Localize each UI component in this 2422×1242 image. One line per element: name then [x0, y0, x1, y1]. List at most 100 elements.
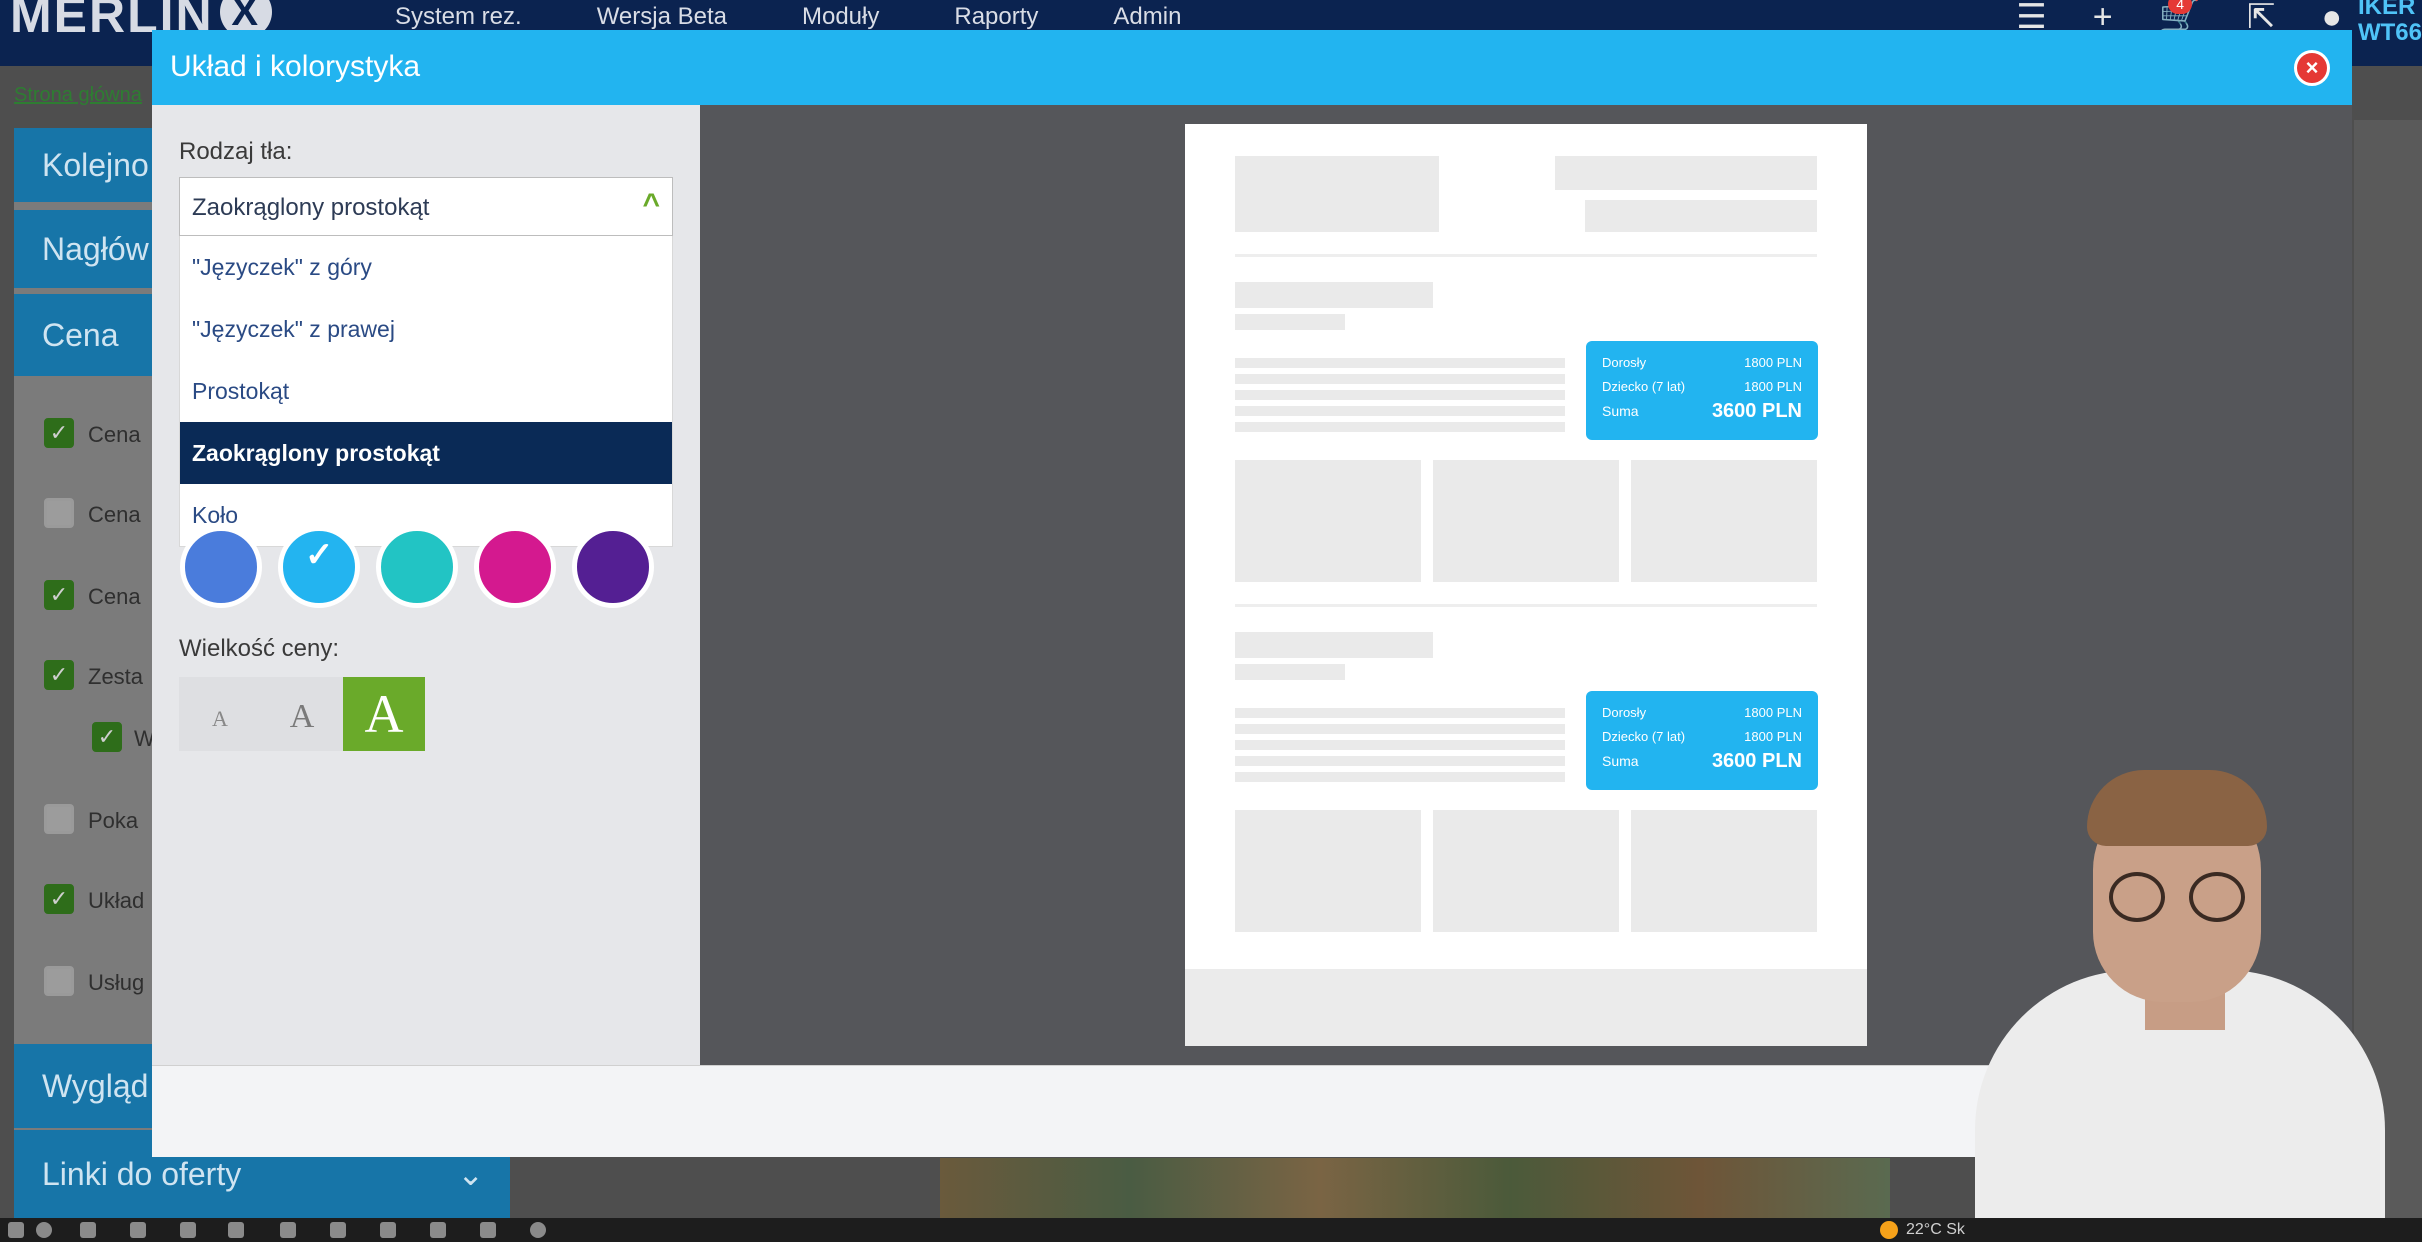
- app-icon[interactable]: [330, 1222, 346, 1238]
- weather-text: 22°C Sk: [1906, 1221, 1965, 1238]
- external-link-icon[interactable]: ⇱: [2247, 0, 2276, 34]
- weather-widget[interactable]: 22°C Sk: [1880, 1218, 1965, 1242]
- placeholder-header-line: [1585, 200, 1817, 232]
- price-label: Dziecko (7 lat): [1602, 379, 1686, 394]
- checkbox-uklad[interactable]: ✓: [44, 884, 74, 914]
- chrome-icon[interactable]: [228, 1222, 244, 1238]
- modal-header: Układ i kolorystyka ×: [152, 30, 2352, 105]
- checkbox-sub-w[interactable]: ✓: [92, 722, 122, 752]
- placeholder-text-line: [1235, 756, 1565, 766]
- divider: [1235, 604, 1817, 607]
- menu-item-admin[interactable]: Admin: [1113, 0, 1181, 34]
- background-type-select[interactable]: Zaokrąglony prostokąt ^: [179, 177, 673, 236]
- price-value: 1800 PLN: [1744, 729, 1802, 744]
- menu-item-system-rez[interactable]: System rez.: [395, 0, 522, 34]
- price-box: Dorosły 1800 PLN Dziecko (7 lat) 1800 PL…: [1586, 341, 1818, 440]
- price-value: 1800 PLN: [1744, 355, 1802, 370]
- start-icon[interactable]: [8, 1222, 24, 1238]
- user-code: WT66: [2357, 19, 2422, 46]
- checkbox-cena-2[interactable]: [44, 498, 74, 528]
- app-icon[interactable]: [480, 1222, 496, 1238]
- price-sum-row: Suma 3600 PLN: [1602, 399, 1802, 423]
- background-hotel-photos: [940, 1158, 1890, 1218]
- app-icon[interactable]: [280, 1222, 296, 1238]
- breadcrumb[interactable]: Strona główna: [14, 84, 142, 107]
- price-box: Dorosły 1800 PLN Dziecko (7 lat) 1800 PL…: [1586, 691, 1818, 790]
- option-tab-right[interactable]: "Języczek" z prawej: [180, 298, 672, 360]
- placeholder-text-line: [1235, 708, 1565, 718]
- checkbox-label: Cena: [88, 584, 141, 609]
- plus-icon[interactable]: +: [2093, 0, 2113, 34]
- menu-item-moduly[interactable]: Moduły: [802, 0, 879, 34]
- sun-icon: [1880, 1220, 1898, 1239]
- size-large-button[interactable]: A: [343, 677, 425, 751]
- size-small-button[interactable]: A: [179, 677, 261, 751]
- size-medium-button[interactable]: A: [261, 677, 343, 751]
- menu-item-wersja-beta[interactable]: Wersja Beta: [597, 0, 727, 34]
- glasses-icon: [2189, 872, 2245, 922]
- price-row: Dorosły 1800 PLN: [1602, 701, 1802, 725]
- placeholder-image: [1631, 460, 1817, 582]
- checkbox-cena-1[interactable]: ✓: [44, 418, 74, 448]
- app-icon[interactable]: [430, 1222, 446, 1238]
- placeholder-title: [1235, 282, 1433, 308]
- placeholder-image: [1433, 460, 1619, 582]
- modal-title: Układ i kolorystyka: [170, 50, 421, 83]
- price-row: Dziecko (7 lat) 1800 PLN: [1602, 375, 1802, 399]
- price-label: Dorosły: [1602, 705, 1647, 720]
- task-view-icon[interactable]: [80, 1222, 96, 1238]
- avatar[interactable]: ●: [2321, 0, 2342, 34]
- select-value: Zaokrąglony prostokąt: [192, 194, 430, 221]
- checkbox-label: Usług: [88, 970, 145, 995]
- option-rectangle[interactable]: Prostokąt: [180, 360, 672, 422]
- option-rounded-rectangle[interactable]: Zaokrąglony prostokąt: [180, 422, 672, 484]
- color-swatch-purple[interactable]: [572, 526, 654, 608]
- user-info[interactable]: IKER WT66: [2358, 0, 2422, 46]
- document-footer: [1185, 969, 1867, 1046]
- checkbox-cena-3[interactable]: ✓: [44, 580, 74, 610]
- placeholder-image: [1631, 810, 1817, 932]
- price-value: 1800 PLN: [1744, 705, 1802, 720]
- placeholder-text-line: [1235, 358, 1565, 368]
- app-icon[interactable]: [380, 1222, 396, 1238]
- placeholder-subtitle: [1235, 664, 1345, 680]
- option-tab-top[interactable]: "Języczek" z góry: [180, 236, 672, 298]
- close-icon[interactable]: ×: [2294, 50, 2330, 86]
- placeholder-header-line: [1555, 156, 1817, 190]
- color-swatch-sky-selected[interactable]: [278, 526, 360, 608]
- checkbox-label: Układ: [88, 888, 145, 913]
- price-value: 1800 PLN: [1744, 379, 1802, 394]
- os-taskbar: 22°C Sk: [0, 1218, 2422, 1242]
- price-row: Dorosły 1800 PLN: [1602, 351, 1802, 375]
- folder-icon[interactable]: [130, 1222, 146, 1238]
- price-sum-label: Suma: [1602, 753, 1639, 769]
- placeholder-text-line: [1235, 374, 1565, 384]
- checkbox-label: Cena: [88, 422, 141, 447]
- presenter-webcam: [1975, 770, 2385, 1242]
- checkbox-zestaw[interactable]: ✓: [44, 660, 74, 690]
- glasses-icon: [2109, 872, 2165, 922]
- list-icon[interactable]: ☰: [2016, 0, 2046, 34]
- search-icon[interactable]: [36, 1222, 52, 1238]
- placeholder-image: [1235, 810, 1421, 932]
- color-swatch-blue[interactable]: [180, 526, 262, 608]
- price-row: Dziecko (7 lat) 1800 PLN: [1602, 725, 1802, 749]
- placeholder-logo: [1235, 156, 1439, 232]
- menu-item-raporty[interactable]: Raporty: [954, 0, 1038, 34]
- placeholder-subtitle: [1235, 314, 1345, 330]
- checkbox-pokaz[interactable]: [44, 804, 74, 834]
- app-icon[interactable]: [530, 1222, 546, 1238]
- price-sum-row: Suma 3600 PLN: [1602, 749, 1802, 773]
- placeholder-text-line: [1235, 740, 1565, 750]
- price-label: Dziecko (7 lat): [1602, 729, 1686, 744]
- placeholder-image: [1433, 810, 1619, 932]
- divider: [1235, 254, 1817, 257]
- brave-icon[interactable]: [180, 1222, 196, 1238]
- color-swatch-magenta[interactable]: [474, 526, 556, 608]
- checkbox-label: Zesta: [88, 664, 144, 689]
- placeholder-title: [1235, 632, 1433, 658]
- color-swatch-teal[interactable]: [376, 526, 458, 608]
- placeholder-text-line: [1235, 724, 1565, 734]
- checkbox-uslugi[interactable]: [44, 966, 74, 996]
- price-label: Dorosły: [1602, 355, 1647, 370]
